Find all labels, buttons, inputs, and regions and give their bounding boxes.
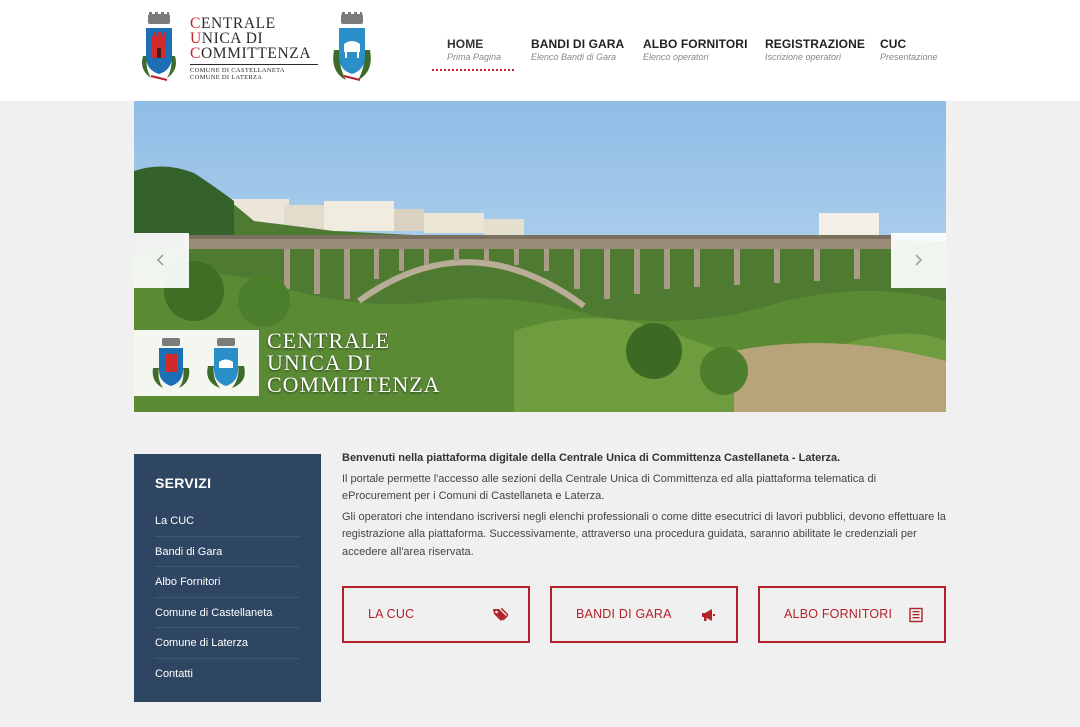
quick-links: LA CUC BANDI DI GARA ALBO FORNITORI: [342, 586, 946, 643]
nav-cuc[interactable]: CUC Presentazione: [880, 37, 938, 62]
nav-registrazione[interactable]: REGISTRAZIONE Iscrizione operatori: [765, 37, 865, 62]
laterza-crest-icon: [207, 338, 245, 388]
welcome-paragraph-2: Gli operatori che intendano iscriversi n…: [342, 510, 946, 558]
tile-albo-fornitori[interactable]: ALBO FORNITORI: [758, 586, 946, 643]
sidebar-item-la-cuc[interactable]: La CUC: [155, 506, 300, 537]
sidebar-item-comune-laterza[interactable]: Comune di Laterza: [155, 628, 300, 659]
logo-sub-laterza: COMUNE DI LATERZA: [190, 74, 263, 81]
slide-crest-badge: [134, 330, 259, 396]
bullhorn-icon: [702, 609, 715, 621]
chevron-left-icon: [156, 254, 164, 266]
sidebar-item-contatti[interactable]: Contatti: [155, 659, 300, 690]
sidebar-title: SERVIZI: [155, 475, 212, 491]
site-logo[interactable]: CENTRALE UNICA DI COMMITTENZA COMUNE DI …: [137, 10, 377, 84]
tile-bandi-di-gara[interactable]: BANDI DI GARA: [550, 586, 738, 643]
sidebar-menu: La CUC Bandi di Gara Albo Fornitori Comu…: [155, 506, 300, 689]
castellaneta-crest-icon: [152, 338, 190, 388]
tile-la-cuc[interactable]: LA CUC: [342, 586, 530, 643]
slider-prev-button[interactable]: [134, 233, 189, 288]
slider-next-button[interactable]: [891, 233, 946, 288]
site-header: CENTRALE UNICA DI COMMITTENZA COMUNE DI …: [0, 0, 1080, 101]
welcome-heading: Benvenuti nella piattaforma digitale del…: [342, 452, 841, 464]
nav-albo-fornitori[interactable]: ALBO FORNITORI Elenco operatori: [643, 37, 748, 62]
castellaneta-crest-icon: [142, 12, 176, 81]
chevron-right-icon: [915, 254, 923, 266]
sidebar-item-bandi-di-gara[interactable]: Bandi di Gara: [155, 537, 300, 567]
laterza-crest-icon: [333, 12, 371, 81]
tags-icon: [493, 608, 508, 621]
sidebar-item-albo-fornitori[interactable]: Albo Fornitori: [155, 567, 300, 598]
nav-home[interactable]: HOME Prima Pagina: [447, 37, 501, 62]
hero-slider[interactable]: CENTRALE UNICA DI COMMITTENZA: [134, 101, 946, 412]
nav-bandi-di-gara[interactable]: BANDI DI GARA Elenco Bandi di Gara: [531, 37, 624, 62]
nav-active-indicator: [432, 69, 514, 71]
welcome-paragraph-1: Il portale permette l'accesso alle sezio…: [342, 472, 877, 503]
logo-wordmark: CENTRALE UNICA DI COMMITTENZA COMUNE DI …: [190, 16, 325, 81]
welcome-text: Benvenuti nella piattaforma digitale del…: [342, 450, 946, 564]
slide-caption: CENTRALE UNICA DI COMMITTENZA: [267, 328, 441, 397]
sidebar-item-comune-castellaneta[interactable]: Comune di Castellaneta: [155, 598, 300, 628]
services-sidebar: SERVIZI La CUC Bandi di Gara Albo Fornit…: [134, 454, 321, 702]
list-icon: [909, 607, 923, 623]
logo-sub-castellaneta: COMUNE DI CASTELLANETA: [190, 67, 285, 74]
